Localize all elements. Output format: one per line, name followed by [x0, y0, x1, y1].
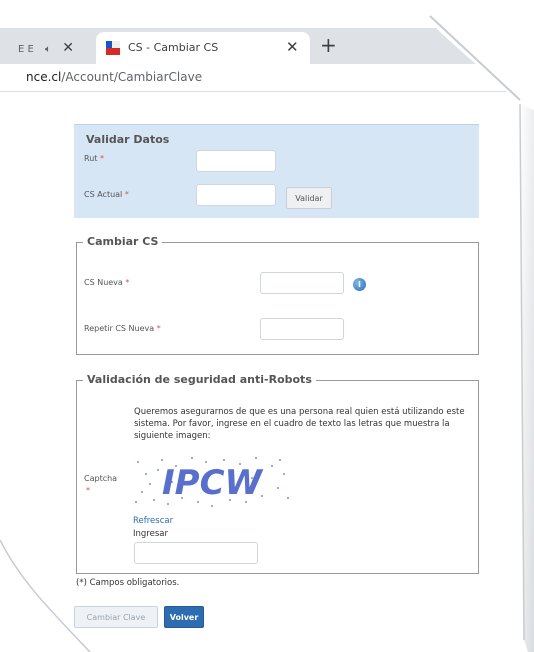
url-host: nce.cl: [26, 70, 62, 84]
url-text[interactable]: nce.cl/Account/CambiarClave: [26, 70, 202, 84]
tab-strip: E E 🔈︎ ✕ CS - Cambiar CS ✕ +: [0, 28, 534, 64]
close-tab-icon[interactable]: ✕: [286, 38, 299, 56]
cs-nueva-label: CS Nueva *: [84, 278, 130, 287]
cambiar-cs-legend: Cambiar CS: [83, 235, 163, 248]
captcha-label: Captcha: [84, 474, 118, 483]
url-path: /Account/CambiarClave: [61, 70, 203, 84]
previous-tab[interactable]: E E 🔈︎ ✕: [18, 40, 74, 56]
speaker-icon[interactable]: 🔈︎: [45, 44, 51, 55]
previous-tab-title: E E: [18, 44, 34, 55]
captcha-input[interactable]: [134, 542, 258, 564]
tab-active[interactable]: CS - Cambiar CS ✕: [96, 32, 310, 64]
captcha-required-mark: *: [86, 486, 90, 495]
cambiar-clave-button[interactable]: Cambiar Clave: [74, 606, 158, 628]
address-bar[interactable]: nce.cl/Account/CambiarClave: [0, 64, 534, 92]
cs-nueva-input[interactable]: [260, 272, 344, 294]
close-icon[interactable]: ✕: [62, 40, 74, 56]
info-icon[interactable]: i: [353, 278, 366, 291]
repetir-cs-nueva-input[interactable]: [260, 318, 344, 340]
cs-actual-label: CS Actual *: [84, 190, 129, 199]
validar-datos-legend: Validar Datos: [86, 133, 170, 146]
captcha-legend: Validación de seguridad anti-Robots: [83, 373, 316, 386]
captcha-image-text: IPCW: [162, 463, 264, 503]
repetir-cs-nueva-label: Repetir CS Nueva *: [84, 324, 161, 333]
volver-button[interactable]: Volver: [164, 606, 204, 628]
captcha-instructions: Queremos asegurarnos de que es una perso…: [134, 407, 465, 441]
cs-actual-input[interactable]: [196, 184, 276, 206]
validar-datos-panel: Validar Datos: [74, 124, 479, 218]
rut-input[interactable]: [196, 150, 276, 172]
tab-title: CS - Cambiar CS: [128, 41, 219, 54]
new-tab-button[interactable]: +: [320, 33, 337, 57]
rut-label: Rut *: [84, 154, 104, 163]
chile-flag-icon: [106, 41, 120, 55]
ingresar-label: Ingresar: [133, 529, 168, 539]
captcha-image: IPCW: [132, 452, 292, 510]
required-fields-note: (*) Campos obligatorios.: [76, 578, 180, 588]
validar-button[interactable]: Validar: [286, 187, 332, 209]
refrescar-link[interactable]: Refrescar: [133, 515, 173, 527]
